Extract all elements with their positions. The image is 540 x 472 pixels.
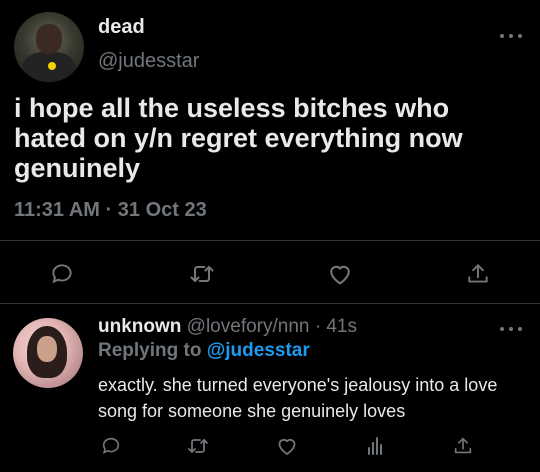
avatar-face <box>37 336 57 362</box>
divider <box>0 240 540 241</box>
replying-label: Replying to <box>98 340 202 361</box>
replying-to-handle[interactable]: @judesstar <box>207 340 310 361</box>
heart-icon[interactable] <box>275 434 299 458</box>
heart-icon[interactable] <box>326 260 354 288</box>
reply-text: exactly. she turned everyone's jealousy … <box>98 375 498 421</box>
analytics-icon[interactable] <box>363 434 387 458</box>
retweet-icon[interactable] <box>188 260 216 288</box>
comment-icon[interactable] <box>100 435 122 457</box>
reply-separator: · <box>314 316 322 337</box>
tweet-text: i hope all the useless bitches who hated… <box>14 93 463 183</box>
more-icon[interactable] <box>500 32 522 40</box>
reply-display-name[interactable]: unknown <box>98 316 181 337</box>
replying-to: Replying to @judesstar <box>98 340 310 362</box>
display-name[interactable]: dead <box>98 16 145 39</box>
avatar[interactable] <box>13 318 83 388</box>
avatar[interactable] <box>14 12 84 82</box>
reply-handle[interactable]: @lovefory/nnn <box>187 316 310 337</box>
avatar-face <box>36 24 62 54</box>
tweet-date: 31 Oct 23 <box>117 199 207 221</box>
share-icon[interactable] <box>452 435 474 457</box>
reply-header: unknown @lovefory/nnn · 41s <box>98 316 357 338</box>
share-icon[interactable] <box>464 260 492 288</box>
more-icon[interactable] <box>500 325 522 333</box>
reply-age[interactable]: 41s <box>326 316 357 337</box>
tweet-timestamp[interactable]: 11:31 AM · 31 Oct 23 <box>14 199 207 222</box>
comment-icon[interactable] <box>48 260 76 288</box>
avatar-badge <box>48 62 56 70</box>
tweet-time: 11:31 AM <box>14 199 100 221</box>
handle[interactable]: @judesstar <box>98 50 199 73</box>
meta-separator: · <box>105 199 113 221</box>
divider <box>0 303 540 304</box>
retweet-icon[interactable] <box>186 434 210 458</box>
